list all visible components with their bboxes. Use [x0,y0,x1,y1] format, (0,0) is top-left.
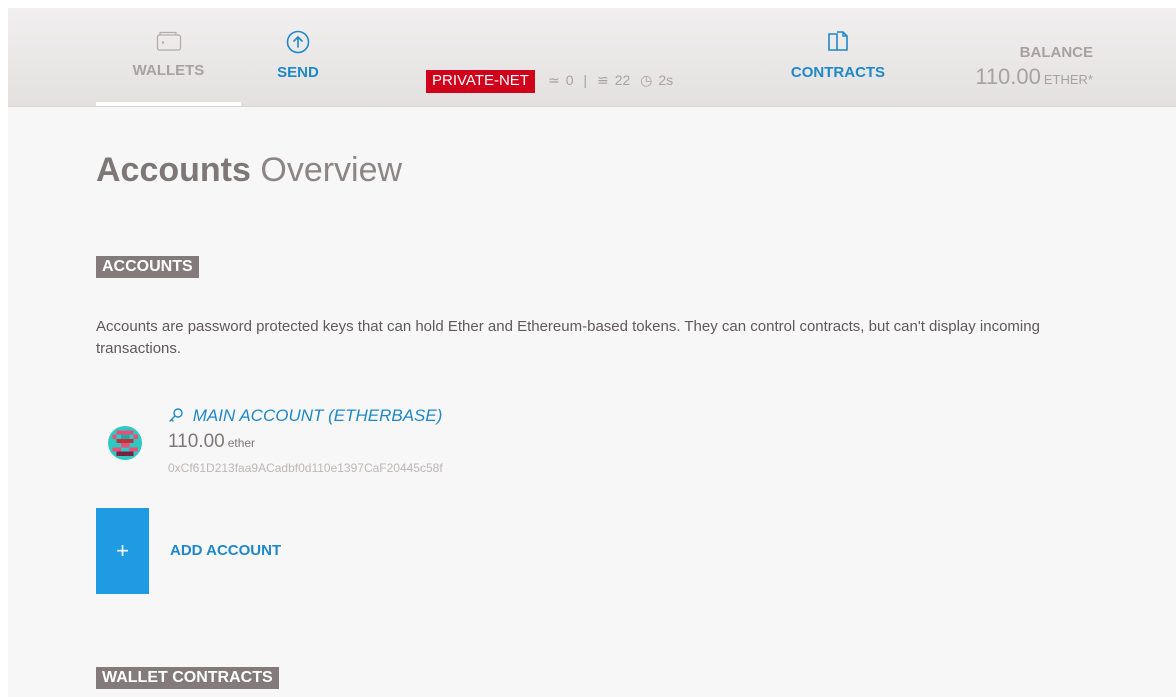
nav-tab-contracts[interactable]: CONTRACTS [783,30,893,81]
total-balance-amount: 110.00 [975,64,1041,89]
wallet-icon [156,31,182,56]
last-block-time: 2s [658,72,674,88]
account-balance-amount: 110.00 [168,431,225,452]
nav-tab-send-label: SEND [277,64,319,81]
account-name-label: MAIN ACCOUNT (ETHERBASE) [192,406,443,425]
block-number: 22 [614,72,631,88]
wallet-contracts-section-label: WALLET CONTRACTS [96,667,279,689]
add-account-button[interactable]: + [96,508,149,594]
account-item-main[interactable]: MAIN ACCOUNT (ETHERBASE) 110.00 ether 0xC… [96,406,596,486]
accounts-section-label: ACCOUNTS [96,256,199,278]
key-icon [168,406,193,425]
accounts-description: Accounts are password protected keys tha… [96,318,1040,357]
network-badge: PRIVATE-NET [426,70,535,93]
page-title-light: Overview [260,151,403,189]
peers-icon: ≃ [548,72,560,88]
network-status: ≃ 0 | ≌ 22 ◷ 2s [548,72,679,89]
total-balance: 110.00 ETHER* [948,64,1093,90]
status-separator: | [583,72,588,88]
page-title-strong: Accounts [96,151,251,189]
page-title: Accounts Overview [96,151,402,190]
top-navigation-bar: WALLETS SEND PRIVATE-NET ≃ 0 | ≌ 22 ◷ 2s [8,8,1176,107]
send-upload-icon [286,30,310,58]
nav-tab-contracts-label: CONTRACTS [790,64,886,81]
peer-count: 0 [565,72,574,88]
balance-title: BALANCE [1019,44,1093,61]
nav-tab-wallets-label: WALLETS [132,62,205,79]
account-balance-unit: ether [227,436,256,450]
app-window: WALLETS SEND PRIVATE-NET ≃ 0 | ≌ 22 ◷ 2s [8,8,1176,697]
nav-tab-wallets[interactable]: WALLETS [96,30,241,106]
account-name[interactable]: MAIN ACCOUNT (ETHERBASE) [168,406,442,426]
add-account-label[interactable]: ADD ACCOUNT [170,542,281,559]
nav-tab-send[interactable]: SEND [268,30,328,81]
total-balance-unit: ETHER* [1043,72,1093,87]
contracts-documents-icon [826,31,850,58]
account-balance: 110.00 ether [168,431,255,453]
blocks-icon: ≌ [596,72,609,88]
clock-icon: ◷ [640,72,653,88]
active-tab-indicator [96,102,241,106]
account-identicon [108,426,142,460]
account-address: 0xCf61D213faa9ACadbf0d110e1397CaF20445c5… [168,461,443,475]
